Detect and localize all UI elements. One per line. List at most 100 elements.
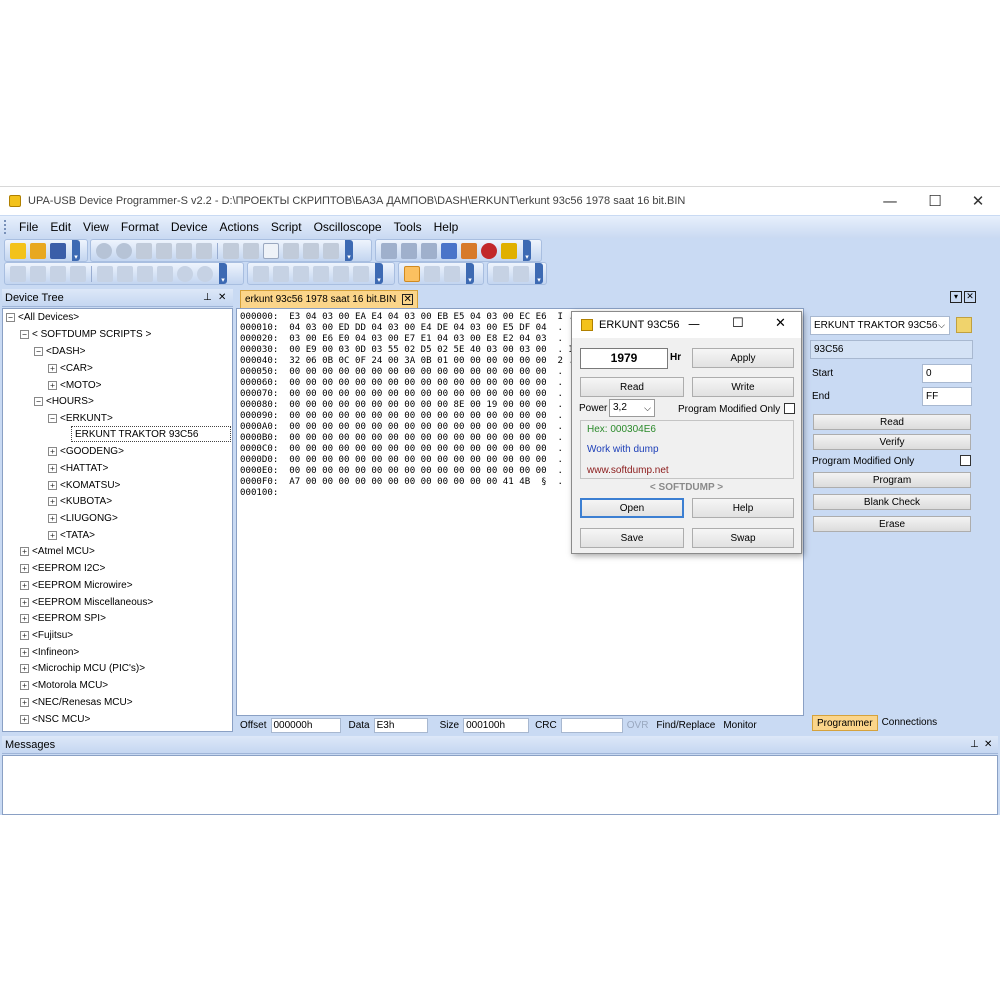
tree-node-microchip-mcu[interactable]: + <Microchip MCU (PIC's)>: [20, 660, 145, 676]
expand-icon[interactable]: +: [20, 613, 29, 623]
expand-icon[interactable]: +: [20, 680, 29, 690]
verify-button[interactable]: Verify: [813, 434, 971, 450]
sigma-icon[interactable]: [501, 242, 517, 259]
power-select[interactable]: 3,2 ⌵: [609, 399, 655, 417]
menu-format[interactable]: Format: [115, 220, 165, 234]
zoom-out-icon[interactable]: [197, 265, 213, 282]
replace-icon[interactable]: [243, 242, 259, 259]
website-link[interactable]: www.softdump.net: [587, 465, 669, 476]
minimize-button[interactable]: —: [868, 187, 912, 215]
tree-node-erkunt[interactable]: − <ERKUNT>: [48, 410, 113, 426]
view-mode-icon[interactable]: [353, 265, 369, 282]
toolbar-overflow-icon[interactable]: ▾: [72, 240, 80, 261]
collapse-icon[interactable]: −: [48, 413, 57, 423]
find-replace-button[interactable]: Find/Replace: [656, 720, 715, 731]
crc-field[interactable]: [560, 717, 623, 733]
size-field[interactable]: 000100h: [463, 717, 530, 733]
cross-icon[interactable]: [50, 265, 66, 282]
tree-node-fujitsu[interactable]: + <Fujitsu>: [20, 627, 73, 643]
save-button[interactable]: Save: [580, 528, 684, 548]
tree-node-hours[interactable]: − <HOURS>: [34, 393, 94, 409]
toolbar-overflow-icon[interactable]: ▾: [523, 240, 531, 261]
tree-node-motorola-mcu[interactable]: + <Motorola MCU>: [20, 677, 108, 693]
expand-icon[interactable]: +: [20, 714, 29, 724]
tree-node-all-devices[interactable]: − <All Devices>: [6, 309, 79, 325]
menu-file[interactable]: File: [13, 220, 44, 234]
open-icon[interactable]: [30, 242, 46, 259]
tree-node-nec-renesas-mcu[interactable]: + <NEC/Renesas MCU>: [20, 694, 133, 710]
expand-icon[interactable]: +: [48, 446, 57, 456]
expand-icon[interactable]: +: [20, 663, 29, 673]
expand-icon[interactable]: +: [20, 563, 29, 573]
delete-icon[interactable]: [196, 242, 212, 259]
tree-node-car[interactable]: + <CAR>: [48, 360, 93, 376]
offset-field[interactable]: 000000h: [270, 717, 341, 733]
tree-node-liugong[interactable]: + <LIUGONG>: [48, 510, 118, 526]
expand-icon[interactable]: +: [48, 380, 57, 390]
document-icon[interactable]: [263, 242, 279, 259]
expand-icon[interactable]: +: [20, 630, 29, 640]
undo-icon[interactable]: [96, 242, 112, 259]
tree-node-erkunt-traktor-93c56[interactable]: ERKUNT TRAKTOR 93C56: [71, 426, 231, 442]
toolbar-overflow-icon[interactable]: ▾: [375, 263, 383, 284]
find-icon[interactable]: [223, 242, 239, 259]
program-modified-only-checkbox[interactable]: [960, 455, 971, 466]
fill-icon[interactable]: [283, 242, 299, 259]
tree-node-hattat[interactable]: + <HATTAT>: [48, 460, 108, 476]
stop-icon[interactable]: [513, 265, 529, 282]
toolbar-overflow-icon[interactable]: ▾: [219, 263, 227, 284]
view-mode-icon[interactable]: [253, 265, 269, 282]
tree-node-kubota[interactable]: + <KUBOTA>: [48, 493, 112, 509]
prev-icon[interactable]: [117, 265, 133, 282]
save-icon[interactable]: [50, 242, 66, 259]
expand-icon[interactable]: +: [20, 647, 29, 657]
arrow-icon[interactable]: [10, 265, 26, 282]
compare-icon[interactable]: [323, 242, 339, 259]
expand-icon[interactable]: +: [20, 546, 29, 556]
tree-node-moto[interactable]: + <MOTO>: [48, 377, 102, 393]
tree-node-komatsu[interactable]: + <KOMATSU>: [48, 477, 120, 493]
grid-icon[interactable]: [444, 265, 460, 282]
tree-node-eeprom-microwire[interactable]: + <EEPROM Microwire>: [20, 577, 133, 593]
redo-icon[interactable]: [116, 242, 132, 259]
maximize-button[interactable]: ☐: [913, 187, 957, 215]
paste-icon[interactable]: [176, 242, 192, 259]
tree-node-eeprom-spi[interactable]: + <EEPROM SPI>: [20, 610, 106, 626]
menu-view[interactable]: View: [77, 220, 115, 234]
copy-icon[interactable]: [156, 242, 172, 259]
view-mode-icon[interactable]: [293, 265, 309, 282]
expand-icon[interactable]: +: [20, 580, 29, 590]
menu-device[interactable]: Device: [165, 220, 214, 234]
program-button[interactable]: Program: [813, 472, 971, 488]
bug-icon[interactable]: [481, 242, 497, 259]
close-tab-icon[interactable]: ✕: [402, 294, 414, 305]
program-modified-only-checkbox[interactable]: [784, 403, 795, 414]
tree-node-eeprom-i2c[interactable]: + <EEPROM I2C>: [20, 560, 105, 576]
new-icon[interactable]: [10, 242, 26, 259]
close-icon[interactable]: ✕: [218, 292, 226, 303]
tree-node-tata[interactable]: + <TATA>: [48, 527, 95, 543]
expand-icon[interactable]: +: [20, 697, 29, 707]
tree-node-infineon[interactable]: + <Infineon>: [20, 644, 79, 660]
tab-erkunt-bin[interactable]: erkunt 93c56 1978 saat 16 bit.BIN ✕: [240, 290, 419, 308]
expand-icon[interactable]: +: [48, 496, 57, 506]
chip-icon[interactable]: [381, 242, 397, 259]
expand-icon[interactable]: +: [48, 530, 57, 540]
expand-icon[interactable]: +: [48, 513, 57, 523]
tab-programmer[interactable]: Programmer: [812, 715, 878, 731]
tab-list-icon[interactable]: ▾: [950, 291, 962, 303]
device-icon[interactable]: [401, 242, 417, 259]
menu-script[interactable]: Script: [265, 220, 308, 234]
menu-oscilloscope[interactable]: Oscilloscope: [308, 220, 388, 234]
maximize-button[interactable]: ☐: [732, 316, 744, 331]
collapse-icon[interactable]: −: [34, 346, 43, 356]
tree-node-dash[interactable]: − <DASH>: [34, 343, 85, 359]
first-icon[interactable]: [97, 265, 113, 282]
toolbar-overflow-icon[interactable]: ▾: [345, 240, 353, 261]
read-button[interactable]: Read: [813, 414, 971, 430]
checksum-icon[interactable]: [303, 242, 319, 259]
close-button[interactable]: ✕: [956, 187, 1000, 215]
settings-icon[interactable]: [461, 242, 477, 259]
cut-icon[interactable]: [136, 242, 152, 259]
read-button[interactable]: Read: [580, 377, 684, 397]
